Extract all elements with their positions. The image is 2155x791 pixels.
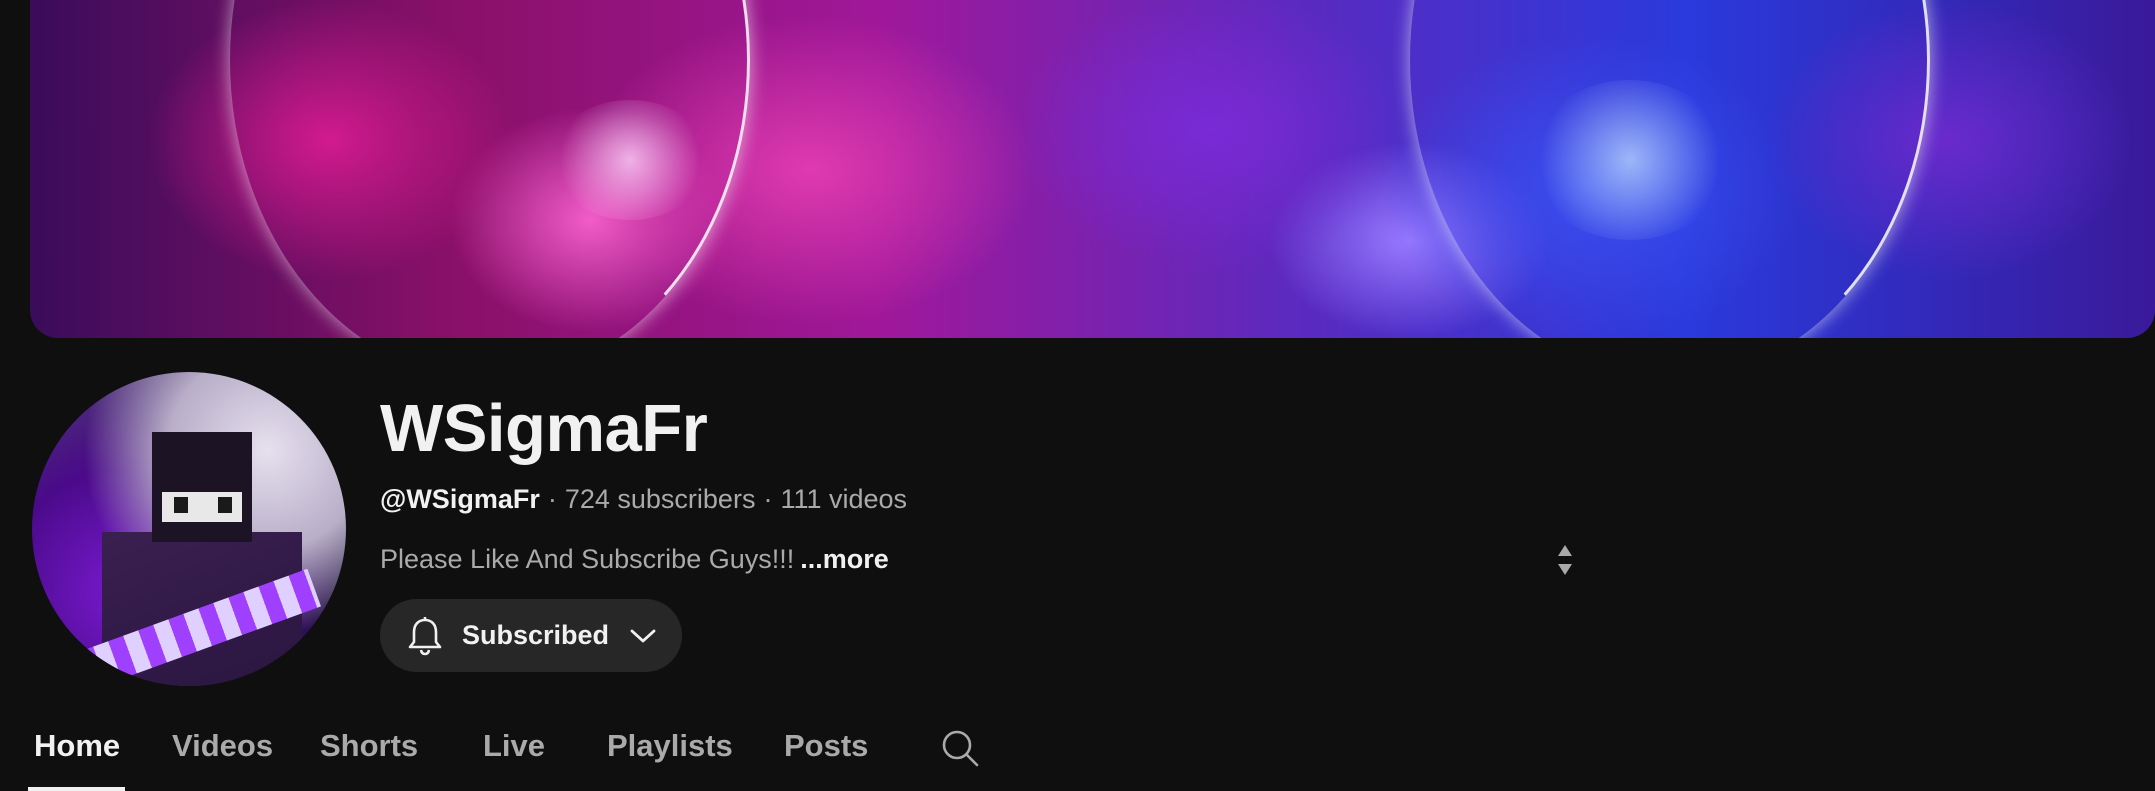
- channel-title: WSigmaFr: [380, 391, 708, 466]
- sort-arrows-icon: [1558, 545, 1572, 575]
- channel-banner: [30, 0, 2155, 338]
- search-icon[interactable]: [940, 728, 980, 768]
- chevron-down-icon: [630, 629, 656, 642]
- tab-live[interactable]: Live: [483, 728, 545, 764]
- active-tab-indicator: [28, 787, 125, 791]
- more-link[interactable]: ...more: [800, 544, 889, 574]
- meta-separator: ·: [763, 484, 773, 514]
- banner-glow: [550, 100, 710, 220]
- channel-avatar[interactable]: [32, 372, 346, 686]
- tab-posts[interactable]: Posts: [784, 728, 868, 764]
- channel-description[interactable]: Please Like And Subscribe Guys!!! ...more: [380, 544, 889, 575]
- subscribed-label: Subscribed: [462, 620, 610, 650]
- tab-videos[interactable]: Videos: [172, 728, 273, 764]
- channel-tabs: Home Videos Shorts Live Playlists Posts: [0, 720, 2155, 791]
- banner-glow: [1530, 80, 1730, 240]
- tab-home[interactable]: Home: [34, 728, 120, 764]
- channel-handle[interactable]: @WSigmaFr: [380, 484, 540, 514]
- video-count: 111 videos: [780, 484, 908, 514]
- description-text: Please Like And Subscribe Guys!!!: [380, 544, 795, 574]
- tab-shorts[interactable]: Shorts: [320, 728, 418, 764]
- bell-icon: [408, 616, 442, 655]
- channel-page: WSigmaFr @WSigmaFr · 724 subscribers · 111 v…: [0, 0, 2155, 791]
- tab-playlists[interactable]: Playlists: [607, 728, 733, 764]
- meta-separator: ·: [547, 484, 557, 514]
- subscriber-count: 724 subscribers: [564, 484, 756, 514]
- subscribed-button[interactable]: Subscribed: [380, 599, 682, 672]
- channel-meta: @WSigmaFr · 724 subscribers · 111 videos: [380, 484, 907, 515]
